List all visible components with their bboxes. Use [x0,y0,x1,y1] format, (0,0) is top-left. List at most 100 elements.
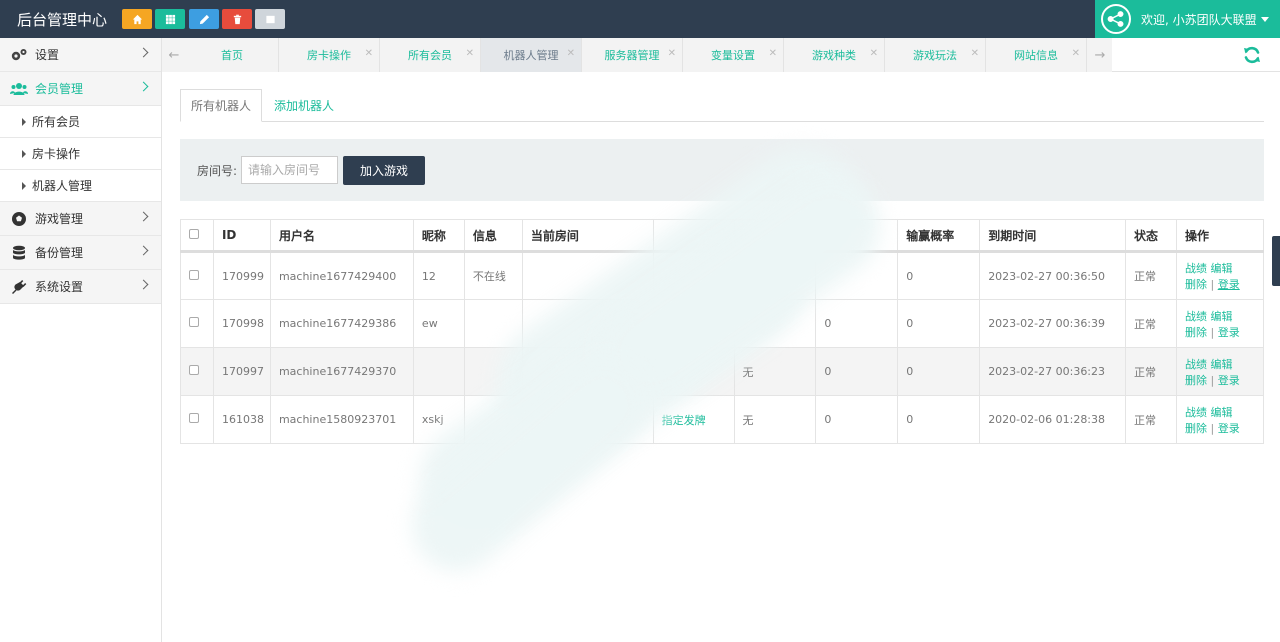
close-icon[interactable]: ✕ [1072,48,1080,59]
tab-site-info[interactable]: 网站信息 ✕ [986,38,1087,72]
cell-c7: 无 [733,395,817,444]
ops-separator: | [1210,325,1215,339]
triangle-right-icon [22,149,26,158]
sidebar-item-settings[interactable]: 设置 [0,38,161,72]
row-select-cell[interactable] [180,299,214,348]
room-number-input[interactable] [241,156,339,184]
cell-nickname: ew [412,299,465,348]
close-icon[interactable]: ✕ [365,48,373,59]
row-checkbox[interactable] [189,269,199,280]
edit-link[interactable]: 编辑 [1210,406,1232,419]
delete-button[interactable] [222,9,252,29]
cell-expire: 2023-02-27 00:36:50 [979,251,1127,300]
login-link[interactable]: 登录 [1218,278,1240,291]
close-icon[interactable]: ✕ [668,48,676,59]
sidebar-sub-room-card[interactable]: 房卡操作 [0,138,161,170]
join-game-button[interactable]: 加入游戏 [343,155,426,185]
welcome-text: 欢迎, 小苏团队大联盟 [1141,12,1257,27]
grid-button[interactable] [155,9,185,29]
tab-all-members[interactable]: 所有会员 ✕ [380,38,481,72]
subtab-add-robot[interactable]: 添加机器人 [266,89,342,122]
cell-rate: 0 [897,299,981,348]
sidebar-sub-label: 房卡操作 [32,147,81,161]
tab-home[interactable]: 首页 [186,38,279,72]
arrow-right-icon: → [1094,47,1106,63]
refresh-icon[interactable] [1242,45,1262,65]
cell-id: 170997 [212,347,271,396]
cell-id: 170999 [212,251,271,300]
col-header: 当前房间 [521,219,654,253]
sidebar-sub-all-members[interactable]: 所有会员 [0,106,161,138]
record-link[interactable]: 战绩 [1185,406,1207,419]
tab-variable-settings[interactable]: 变量设置 ✕ [683,38,784,72]
caret-down-icon [1260,16,1269,22]
close-icon[interactable]: ✕ [567,48,575,59]
login-link[interactable]: 登录 [1218,326,1240,339]
close-icon[interactable]: ✕ [870,48,878,59]
tab-scroll-left[interactable]: ← [162,38,186,72]
list-icon [265,15,275,23]
cell-expire: 2023-02-27 00:36:39 [979,299,1127,348]
col-header: ID [212,219,271,253]
database-icon [10,245,28,261]
subtab-all-robots[interactable]: 所有机器人 [180,89,262,122]
chevron-right-icon [138,211,149,222]
login-link[interactable]: 登录 [1218,422,1240,435]
subtab-label: 添加机器人 [273,99,334,113]
row-checkbox[interactable] [189,413,199,423]
row-select-cell[interactable] [180,395,214,444]
home-button[interactable] [122,9,152,29]
list-button[interactable] [255,9,285,29]
login-link[interactable]: 登录 [1218,374,1240,387]
user-menu[interactable]: 欢迎, 小苏团队大联盟 [1095,0,1280,38]
tab-server-management[interactable]: 服务器管理 ✕ [582,38,683,72]
delete-link[interactable]: 删除 [1185,278,1207,291]
row-checkbox[interactable] [189,317,199,327]
edit-link[interactable]: 编辑 [1210,358,1232,371]
edit-link[interactable]: 编辑 [1210,310,1232,323]
tab-label: 游戏种类 [812,49,856,62]
delete-link[interactable]: 删除 [1185,422,1207,435]
tab-robot-management[interactable]: 机器人管理 ✕ [481,38,582,72]
sidebar-item-backup[interactable]: 备份管理 [0,236,161,270]
select-all-checkbox[interactable] [189,229,199,239]
col-header: 状态 [1125,219,1177,253]
select-all-cell[interactable] [180,219,214,253]
cell-status: 正常 [1125,251,1177,300]
col-header: 操作 [1175,219,1265,253]
chevron-right-icon [138,47,149,58]
tab-room-card[interactable]: 房卡操作 ✕ [279,38,380,72]
sidebar-item-games[interactable]: 游戏管理 [0,202,161,236]
tab-scroll-right[interactable]: → [1088,38,1112,72]
delete-link[interactable]: 删除 [1185,326,1207,339]
row-checkbox[interactable] [189,365,199,375]
record-link[interactable]: 战绩 [1185,262,1207,275]
users-icon [10,81,28,97]
trash-icon [233,14,241,24]
close-icon[interactable]: ✕ [769,48,777,59]
cell-c8: 0 [815,395,899,444]
tab-game-types[interactable]: 游戏种类 ✕ [784,38,885,72]
record-link[interactable]: 战绩 [1185,310,1207,323]
tab-game-play[interactable]: 游戏玩法 ✕ [885,38,986,72]
top-bar: 后台管理中心 欢迎, 小苏团队大联盟 [0,0,1280,38]
record-link[interactable]: 战绩 [1185,358,1207,371]
cell-id: 161038 [212,395,271,444]
close-icon[interactable]: ✕ [466,48,474,59]
sidebar-item-system[interactable]: 系统设置 [0,270,161,304]
triangle-right-icon [22,117,26,126]
sidebar-item-label: 备份管理 [35,246,84,260]
content-subtabs: 所有机器人 添加机器人 [180,89,1264,122]
edit-link[interactable]: 编辑 [1210,262,1232,275]
row-select-cell[interactable] [180,347,214,396]
cell-rate: 0 [897,251,981,300]
row-select-cell[interactable] [180,251,214,300]
tab-label: 变量设置 [711,49,755,62]
side-drawer-handle[interactable] [1272,236,1280,286]
edit-button[interactable] [189,9,219,29]
sidebar-item-members[interactable]: 会员管理 [0,72,161,106]
close-icon[interactable]: ✕ [971,48,979,59]
delete-link[interactable]: 删除 [1185,374,1207,387]
cell-rate: 0 [897,395,981,444]
sidebar-sub-robot[interactable]: 机器人管理 [0,170,161,202]
